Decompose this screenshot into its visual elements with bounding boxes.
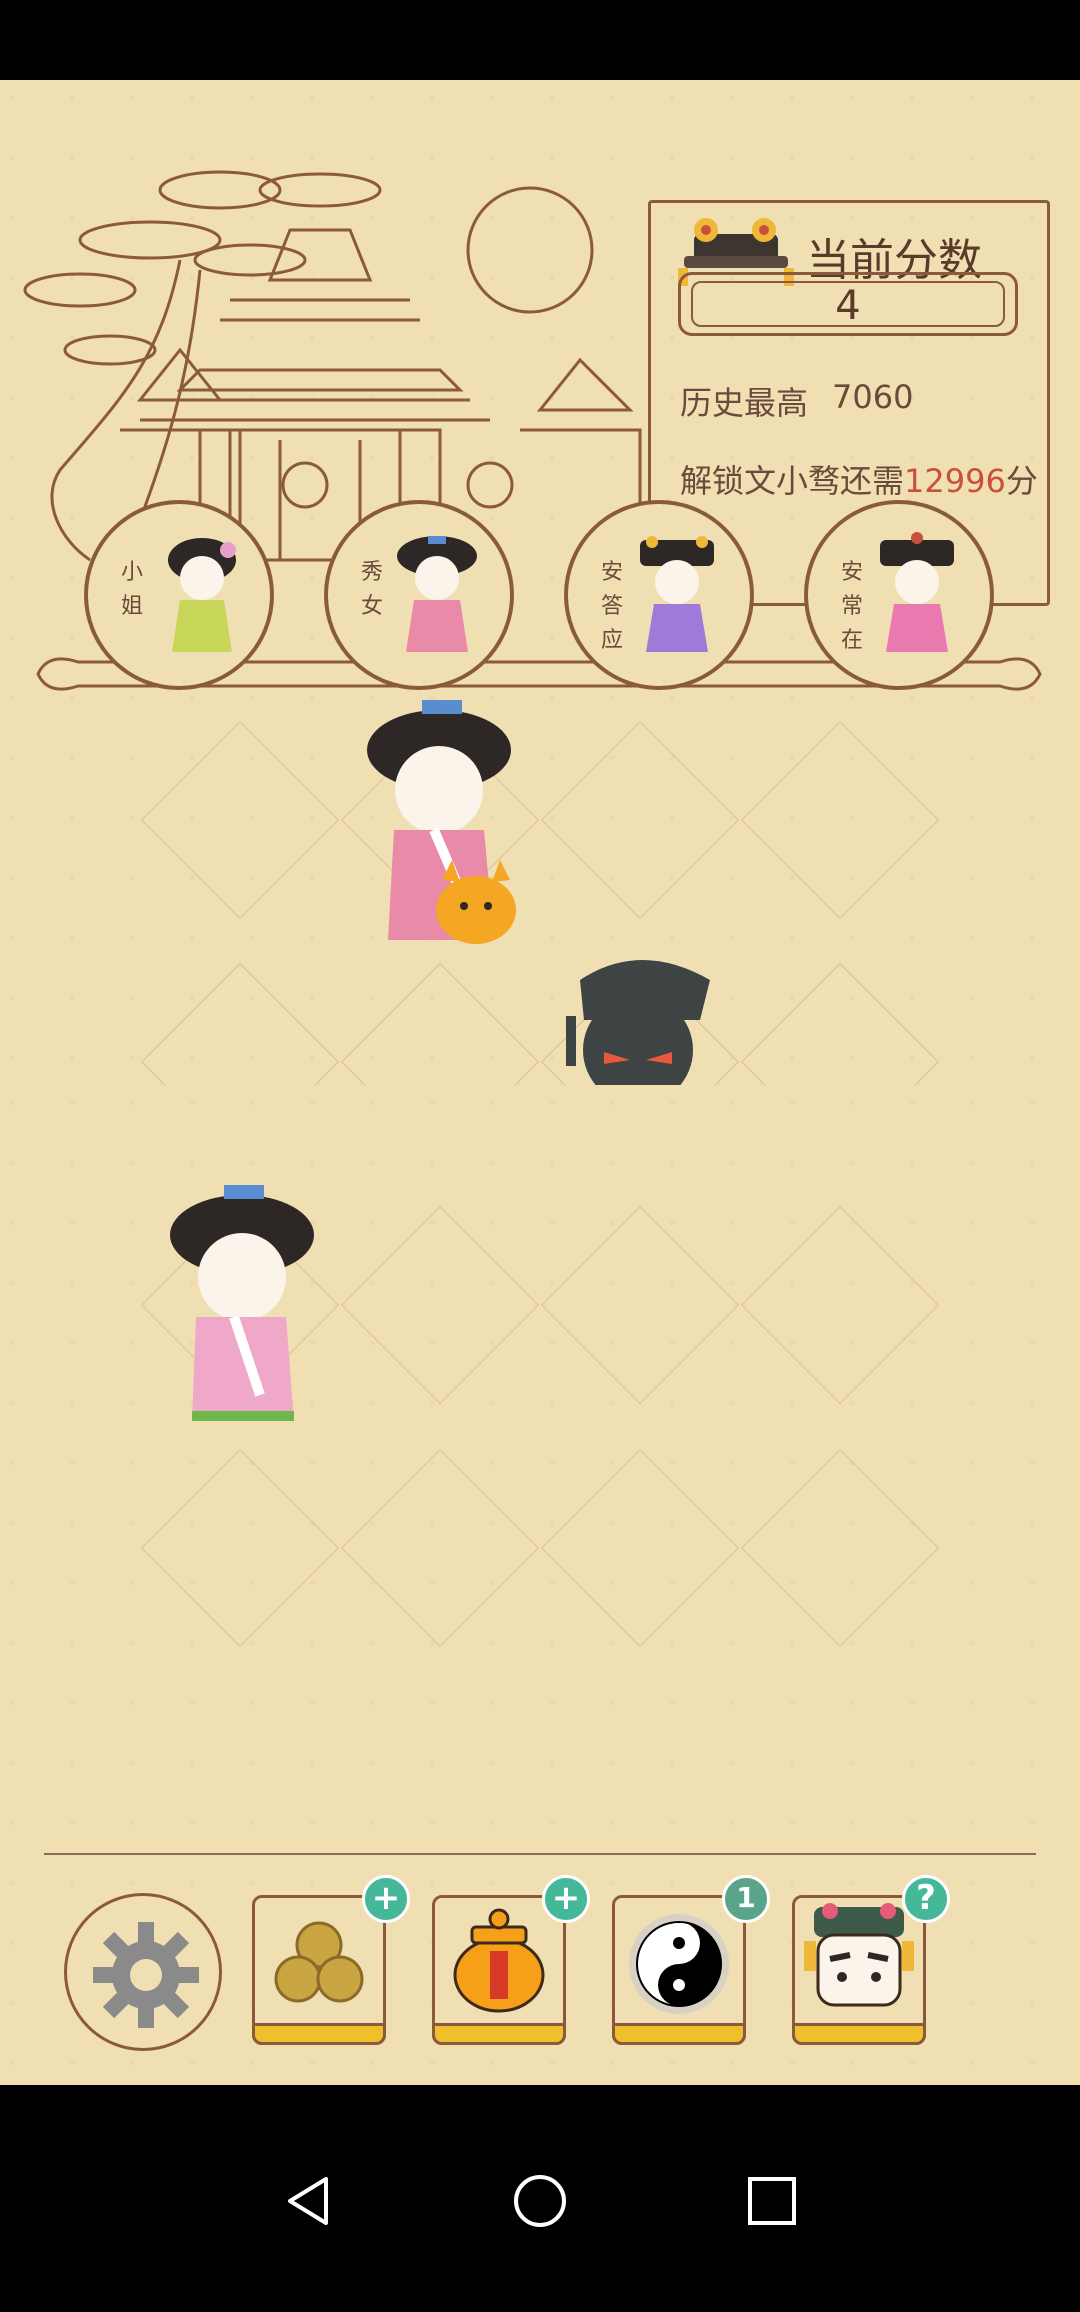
rank-label: 安常在 xyxy=(840,560,863,653)
system-nav-bar xyxy=(0,2085,1080,2312)
rank-label: 安答应 xyxy=(600,560,623,653)
add-badge[interactable]: + xyxy=(542,1875,590,1923)
game-area: 当前分数 4 历史最高 7060 解锁文小骛还需12996分 小姐 秀女 安答应… xyxy=(0,80,1080,1085)
lady-portrait-icon xyxy=(640,536,714,652)
count-badge: 1 xyxy=(722,1875,770,1923)
coins-icon xyxy=(274,1921,364,2003)
settings-button[interactable] xyxy=(64,1893,222,2051)
home-icon[interactable] xyxy=(512,2173,568,2229)
coins-tool-button[interactable]: + xyxy=(252,1875,410,2045)
lady-portrait-icon xyxy=(168,538,236,652)
rank-portrait-1[interactable]: 小姐 xyxy=(84,500,274,690)
toolbar-separator xyxy=(44,1853,1036,1855)
history-label: 历史最高 xyxy=(680,384,809,422)
gear-icon xyxy=(93,1922,199,2028)
rank-label: 秀女 xyxy=(360,560,383,619)
shadow-enemy[interactable] xyxy=(560,940,720,1085)
jar-tool-button[interactable]: + xyxy=(432,1875,590,2045)
lady-piece[interactable] xyxy=(364,700,524,950)
rank-portrait-2[interactable]: 秀女 xyxy=(324,500,514,690)
unlock-text: 解锁文小骛还需12996分 xyxy=(680,462,1038,500)
lady-portrait-icon xyxy=(880,532,954,652)
eunuch-icon xyxy=(804,1903,914,2007)
back-icon[interactable] xyxy=(280,2173,336,2229)
lady-portrait-icon xyxy=(397,536,477,652)
lady-piece[interactable] xyxy=(164,1185,324,1425)
current-score-box: 4 xyxy=(678,272,1018,336)
rank-portrait-3[interactable]: 安答应 xyxy=(564,500,754,690)
unlock-points: 12996 xyxy=(904,462,1006,500)
yinyang-icon xyxy=(629,1914,729,2014)
status-bar xyxy=(0,0,1080,80)
jar-icon xyxy=(453,1908,545,2013)
help-badge[interactable]: ? xyxy=(902,1875,950,1923)
rank-portrait-4[interactable]: 安常在 xyxy=(804,500,994,690)
eunuch-help-button[interactable]: ? xyxy=(792,1875,950,2045)
add-badge[interactable]: + xyxy=(362,1875,410,1923)
current-score: 4 xyxy=(691,281,1005,329)
history-value: 7060 xyxy=(832,378,914,416)
yinyang-tool-button[interactable]: 1 xyxy=(612,1875,770,2045)
rank-label: 小姐 xyxy=(120,560,143,619)
recents-icon[interactable] xyxy=(744,2173,800,2229)
